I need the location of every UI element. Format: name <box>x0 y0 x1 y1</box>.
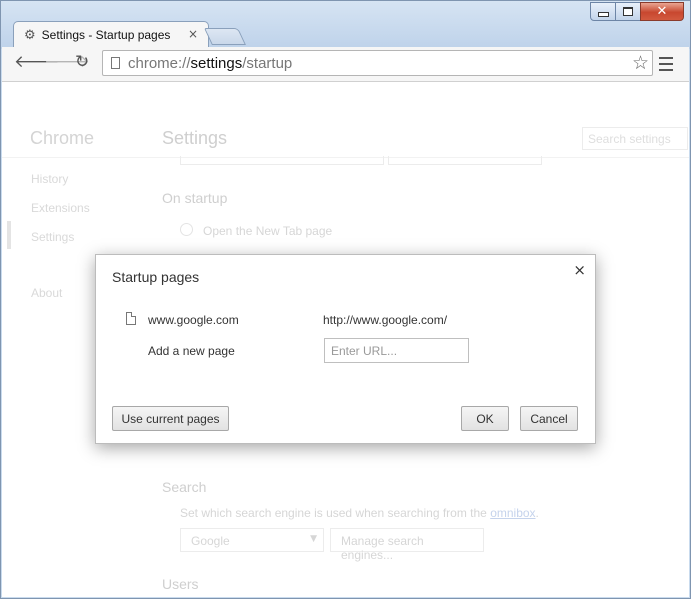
search-description: Set which search engine is used when sea… <box>180 506 539 520</box>
sidebar-item-settings[interactable]: Settings <box>31 230 74 244</box>
dialog-title: Startup pages <box>112 269 200 285</box>
sidebar-item-extensions[interactable]: Extensions <box>31 201 90 215</box>
startup-pages-dialog: Startup pages × www.google.com http://ww… <box>95 254 596 444</box>
sidebar-item-about[interactable]: About <box>31 286 62 300</box>
partial-button-2[interactable] <box>388 156 542 165</box>
reload-button[interactable]: ↻ <box>75 54 89 71</box>
dialog-close-button[interactable]: × <box>573 261 586 279</box>
new-tab-radio[interactable] <box>180 223 193 236</box>
window-controls: ✕ <box>590 2 684 21</box>
page-icon <box>111 57 120 69</box>
chevron-down-icon: ▼ <box>310 534 317 544</box>
manage-search-engines-button[interactable]: Manage search engines... <box>330 528 484 562</box>
window-close-button[interactable]: ✕ <box>640 2 684 21</box>
toolbar: 🡐 🡒 ↻ chrome://settings/startup ☆ <box>2 47 689 82</box>
sidebar-selection-indicator <box>7 221 11 249</box>
close-icon: ✕ <box>656 4 668 19</box>
omnibox-link[interactable]: omnibox <box>490 506 535 520</box>
gear-icon: ⚙ <box>24 27 36 43</box>
users-heading: Users <box>162 576 199 592</box>
url-text: chrome://settings/startup <box>128 54 293 72</box>
url-input[interactable] <box>324 338 469 363</box>
partial-button-1[interactable] <box>180 156 384 165</box>
startup-page-name: www.google.com <box>148 313 239 327</box>
ok-button[interactable]: OK <box>461 406 509 431</box>
tab-close-button[interactable]: × <box>188 27 198 41</box>
maximize-icon <box>623 7 633 16</box>
minimize-button[interactable] <box>590 2 616 21</box>
tab-title: Settings - Startup pages <box>41 28 171 42</box>
tab-settings[interactable]: ⚙ Settings - Startup pages × <box>13 21 209 48</box>
search-heading: Search <box>162 479 207 495</box>
new-tab-button[interactable] <box>204 28 246 45</box>
minimize-icon <box>597 12 609 17</box>
page-title: Settings <box>162 128 228 148</box>
search-settings-input[interactable]: Search settings <box>582 127 688 150</box>
chrome-menu-button[interactable] <box>659 57 673 75</box>
maximize-button[interactable] <box>615 2 641 21</box>
browser-window: ✕ ⚙ Settings - Startup pages × 🡐 🡒 ↻ chr… <box>0 0 691 599</box>
on-startup-heading: On startup <box>162 190 228 206</box>
use-current-pages-button[interactable]: Use current pages <box>112 406 229 431</box>
add-new-page-label: Add a new page <box>148 344 235 358</box>
sidebar-title: Chrome <box>30 128 95 148</box>
sidebar-item-history[interactable]: History <box>31 172 68 186</box>
search-engine-select[interactable]: Google ▼ <box>180 528 324 552</box>
startup-page-url: http://www.google.com/ <box>323 313 448 327</box>
page-icon <box>126 312 136 325</box>
list-item[interactable]: www.google.com http://www.google.com/ <box>96 311 595 331</box>
bookmark-star-icon[interactable]: ☆ <box>632 52 649 74</box>
new-tab-radio-label: Open the New Tab page <box>203 224 333 238</box>
address-bar[interactable]: chrome://settings/startup ☆ <box>102 50 653 76</box>
cancel-button[interactable]: Cancel <box>520 406 578 431</box>
